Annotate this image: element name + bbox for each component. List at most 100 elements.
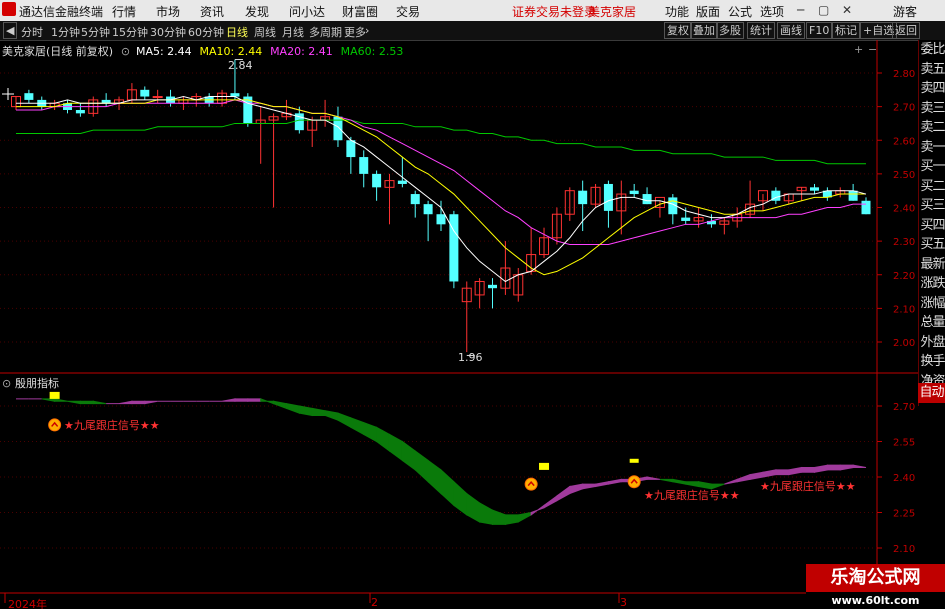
- menu-item-layout[interactable]: 版面: [696, 3, 720, 20]
- chart-area[interactable]: 2.00 2.10 2.20 2.30 2.40 2.50 2.60 2.70 2.80 2.10…: [0, 40, 918, 609]
- side-item[interactable]: 卖四: [919, 79, 945, 99]
- maximize-icon[interactable]: ▢: [818, 3, 829, 17]
- y-tick-label: 2.25: [893, 509, 915, 520]
- band-segment: [492, 509, 506, 525]
- ma10-line: [16, 99, 866, 276]
- menu-item-quotes[interactable]: 行情: [112, 3, 136, 20]
- signal-icon: [48, 418, 62, 432]
- login-notice[interactable]: 证券交易未登录: [512, 3, 596, 20]
- f10-button[interactable]: F10: [806, 22, 833, 39]
- candle-body: [75, 109, 85, 114]
- side-item[interactable]: 卖三: [919, 99, 945, 119]
- band-segment: [337, 412, 352, 429]
- zoom-in-icon[interactable]: +: [854, 43, 863, 56]
- menu-item-options[interactable]: 选项: [760, 3, 784, 20]
- side-item[interactable]: 外盘: [919, 333, 945, 353]
- menu-item-market[interactable]: 市场: [156, 3, 180, 20]
- side-item[interactable]: 买三: [919, 196, 945, 216]
- side-item[interactable]: 委比: [919, 40, 945, 60]
- period-tab-1min[interactable]: 1分钟: [51, 24, 80, 40]
- settings-icon[interactable]: ⊙: [121, 45, 130, 58]
- statistics-button[interactable]: 统计: [747, 22, 775, 39]
- menu-item-trade[interactable]: 交易: [396, 3, 420, 20]
- candle-body: [24, 93, 34, 100]
- side-item[interactable]: 买二: [919, 177, 945, 197]
- ma60-label: MA60: 2.53: [340, 45, 404, 58]
- ma60-line: [16, 119, 866, 165]
- band-segment: [813, 464, 828, 473]
- mark-button[interactable]: 标记: [832, 22, 860, 39]
- draw-line-button[interactable]: 画线: [777, 22, 805, 39]
- overlay-button[interactable]: 叠加: [690, 22, 718, 39]
- multi-stock-button[interactable]: 多股: [716, 22, 744, 39]
- menu-item-discover[interactable]: 发现: [245, 3, 269, 20]
- auto-button[interactable]: 自动: [918, 383, 945, 403]
- period-tab-30min[interactable]: 30分钟: [150, 24, 186, 40]
- candle-body: [397, 180, 407, 184]
- side-item[interactable]: 总量: [919, 313, 945, 333]
- period-tab-5min[interactable]: 5分钟: [81, 24, 110, 40]
- side-item[interactable]: 卖五: [919, 60, 945, 80]
- band-segment: [543, 494, 558, 509]
- side-item[interactable]: 买一: [919, 157, 945, 177]
- user-label[interactable]: 游客: [893, 3, 917, 20]
- adjust-button[interactable]: 复权: [664, 22, 692, 39]
- band-segment: [144, 400, 158, 405]
- band-segment: [118, 400, 133, 405]
- menu-item-formula[interactable]: 公式: [728, 3, 752, 20]
- band-segment: [762, 469, 777, 478]
- band-segment: [350, 417, 365, 436]
- band-segment: [234, 398, 249, 402]
- band-segment: [788, 466, 803, 476]
- band-segment: [414, 449, 429, 483]
- side-item[interactable]: 买五: [919, 235, 945, 255]
- side-item[interactable]: 卖一: [919, 138, 945, 158]
- period-tab-60min[interactable]: 60分钟: [188, 24, 224, 40]
- signal-marker: [629, 458, 639, 463]
- zoom-out-icon[interactable]: −: [868, 43, 877, 56]
- period-tab-15min[interactable]: 15分钟: [112, 24, 148, 40]
- chevron-right-icon[interactable]: ›: [365, 24, 369, 37]
- menu-item-function[interactable]: 功能: [665, 3, 689, 20]
- back-icon[interactable]: ◀: [3, 22, 18, 39]
- band-segment: [504, 514, 519, 525]
- side-item[interactable]: 涨幅: [919, 294, 945, 314]
- candle-body: [230, 93, 240, 97]
- period-tab-fenshi[interactable]: 分时: [21, 24, 43, 40]
- band-segment: [324, 410, 339, 421]
- app-window: 通达信金融终端 行情 市场 资讯 发现 问小达 财富圈 交易 证券交易未登录 美…: [0, 0, 945, 609]
- period-more-button[interactable]: 更多: [344, 24, 366, 40]
- period-tab-daily[interactable]: 日线: [226, 24, 248, 40]
- menu-item-assistant[interactable]: 问小达: [289, 3, 325, 20]
- band-segment: [479, 502, 494, 525]
- minimize-icon[interactable]: ─: [797, 3, 804, 17]
- y-tick-label: 2.60: [893, 136, 915, 147]
- ma10-label: MA10: 2.44: [199, 45, 263, 58]
- indicator-settings-icon[interactable]: ⊙: [2, 377, 11, 390]
- menu-item-news[interactable]: 资讯: [200, 3, 224, 20]
- band-segment: [440, 468, 455, 507]
- side-item[interactable]: 卖二: [919, 118, 945, 138]
- y-tick-label: 2.30: [893, 237, 915, 248]
- side-item[interactable]: 涨跌: [919, 274, 945, 294]
- side-item[interactable]: 换手: [919, 352, 945, 372]
- candle-body: [372, 173, 382, 188]
- low-price-label: 1.96: [458, 351, 483, 364]
- band-segment: [388, 433, 403, 462]
- period-tab-monthly[interactable]: 月线: [282, 24, 304, 40]
- candle-body: [359, 157, 369, 174]
- band-segment: [92, 400, 107, 405]
- signal-label: ★九尾跟庄信号★★: [760, 480, 856, 493]
- band-segment: [54, 398, 68, 402]
- band-segment: [401, 440, 416, 471]
- return-button[interactable]: 返回: [892, 22, 920, 39]
- period-tab-weekly[interactable]: 周线: [254, 24, 276, 40]
- period-tab-multi[interactable]: 多周期: [309, 24, 342, 40]
- y-tick-label: 2.10: [893, 304, 915, 315]
- side-item[interactable]: 买四: [919, 216, 945, 236]
- close-icon[interactable]: ✕: [842, 3, 852, 17]
- side-item[interactable]: 最新: [919, 255, 945, 275]
- menu-item-wealth[interactable]: 财富圈: [342, 3, 378, 20]
- band-segment: [311, 407, 326, 416]
- y-tick-label: 2.80: [893, 69, 915, 80]
